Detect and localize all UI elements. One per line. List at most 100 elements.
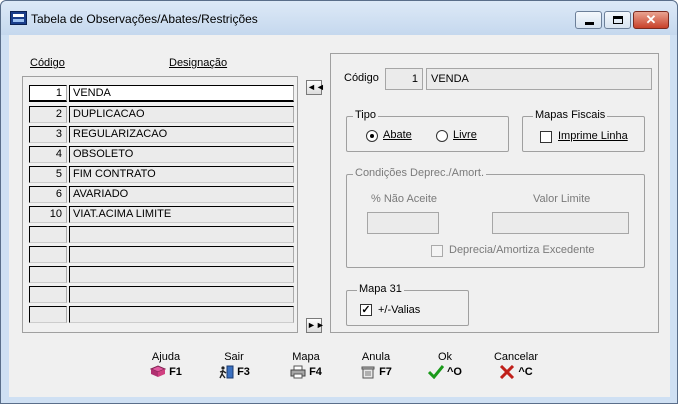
row-designation[interactable]: [69, 226, 294, 243]
designation-field[interactable]: VENDA: [426, 68, 652, 90]
row-code[interactable]: [29, 246, 67, 263]
ajuda-label: Ajuda: [151, 351, 181, 363]
anula-key: F7: [379, 365, 392, 378]
detail-panel: Código 1 VENDA Tipo Abate Livre Mapas Fi…: [330, 53, 659, 333]
list-row[interactable]: 10 VIAT.ACIMA LIMITE: [29, 206, 296, 223]
row-designation[interactable]: REGULARIZACAO: [69, 126, 294, 143]
row-designation[interactable]: [69, 246, 294, 263]
row-code[interactable]: 4: [29, 146, 67, 163]
list-row[interactable]: 3 REGULARIZACAO: [29, 126, 296, 143]
exit-door-icon: [219, 365, 234, 379]
close-button[interactable]: ✕: [633, 11, 669, 29]
minimize-button[interactable]: [575, 11, 602, 29]
row-code[interactable]: [29, 266, 67, 283]
row-designation[interactable]: [69, 266, 294, 283]
last-record-icon: ►►: [307, 320, 325, 330]
checkmark-icon: [428, 365, 444, 379]
condicoes-group: Condições Deprec./Amort. % Não Aceite Va…: [346, 167, 645, 268]
livre-radio[interactable]: [436, 130, 448, 142]
list-row[interactable]: [29, 246, 296, 263]
nao-aceite-label: % Não Aceite: [371, 193, 438, 205]
records-list: 1 VENDA 2 DUPLICACAO 3 REGULARIZACAO 4 O…: [22, 76, 298, 333]
help-book-icon: [150, 365, 167, 377]
deprecia-excedente-checkbox[interactable]: [431, 245, 443, 257]
row-code[interactable]: 1: [29, 85, 67, 102]
row-designation[interactable]: DUPLICACAO: [69, 106, 294, 123]
row-code[interactable]: 6: [29, 186, 67, 203]
list-row[interactable]: [29, 306, 296, 323]
app-window: Tabela de Observações/Abates/Restrições …: [0, 0, 678, 404]
code-field[interactable]: 1: [385, 68, 423, 90]
row-code[interactable]: 5: [29, 166, 67, 183]
tipo-group-title: Tipo: [353, 109, 378, 121]
row-code[interactable]: [29, 306, 67, 323]
printer-icon: [290, 365, 306, 379]
row-designation[interactable]: OBSOLETO: [69, 146, 294, 163]
mapas-fiscais-title: Mapas Fiscais: [533, 109, 608, 121]
minimize-icon: [585, 22, 594, 25]
mapa31-group: Mapa 31 ✓ +/-Valias: [346, 283, 469, 326]
maximize-button[interactable]: [604, 11, 631, 29]
app-icon: [10, 11, 27, 25]
window-title: Tabela de Observações/Abates/Restrições: [31, 12, 258, 26]
row-code[interactable]: [29, 286, 67, 303]
first-record-button[interactable]: ◄◄: [306, 80, 325, 95]
row-designation[interactable]: [69, 306, 294, 323]
list-row[interactable]: 4 OBSOLETO: [29, 146, 296, 163]
mapa31-title: Mapa 31: [357, 283, 404, 295]
first-record-icon: ◄◄: [307, 82, 325, 92]
sair-label: Sair: [224, 351, 244, 363]
row-code[interactable]: [29, 226, 67, 243]
imprime-linha-checkbox[interactable]: [540, 131, 552, 143]
anula-button[interactable]: Anula F7: [354, 351, 398, 379]
condicoes-title: Condições Deprec./Amort.: [353, 167, 486, 179]
list-row[interactable]: [29, 226, 296, 243]
last-record-button[interactable]: ►►: [306, 318, 325, 333]
list-row[interactable]: 5 FIM CONTRATO: [29, 166, 296, 183]
cancelar-button[interactable]: Cancelar ^C: [489, 351, 543, 379]
ok-button[interactable]: Ok ^O: [423, 351, 467, 379]
mapa-label: Mapa: [292, 351, 320, 363]
dialog-body: Código Designação 1 VENDA 2 DUPLICACAO 3…: [9, 35, 670, 397]
list-row[interactable]: 2 DUPLICACAO: [29, 106, 296, 123]
list-row[interactable]: [29, 286, 296, 303]
mapas-fiscais-group: Mapas Fiscais Imprime Linha: [522, 109, 645, 152]
abate-radio[interactable]: [366, 130, 378, 142]
nao-aceite-input[interactable]: [367, 212, 439, 234]
abate-label[interactable]: Abate: [383, 129, 412, 141]
ok-key: ^O: [447, 365, 462, 378]
code-label: Código: [344, 72, 379, 84]
list-row[interactable]: 1 VENDA: [29, 85, 296, 102]
row-code[interactable]: 10: [29, 206, 67, 223]
row-designation[interactable]: AVARIADO: [69, 186, 294, 203]
close-icon: ✕: [645, 12, 657, 27]
ajuda-button[interactable]: Ajuda F1: [144, 351, 188, 379]
list-row[interactable]: [29, 266, 296, 283]
valor-limite-input[interactable]: [492, 212, 629, 234]
sair-button[interactable]: Sair F3: [212, 351, 256, 379]
column-header-designation: Designação: [169, 57, 228, 69]
row-designation[interactable]: VENDA: [69, 85, 294, 102]
title-bar[interactable]: Tabela de Observações/Abates/Restrições …: [1, 1, 677, 35]
row-designation[interactable]: [69, 286, 294, 303]
valor-limite-label: Valor Limite: [533, 193, 591, 205]
row-designation[interactable]: FIM CONTRATO: [69, 166, 294, 183]
mapa-button[interactable]: Mapa F4: [284, 351, 328, 379]
cancelar-key: ^C: [518, 365, 533, 378]
cancel-x-icon: [500, 365, 515, 379]
row-code[interactable]: 3: [29, 126, 67, 143]
maximize-icon: [613, 16, 623, 24]
mapa-key: F4: [309, 365, 322, 378]
deprecia-excedente-label[interactable]: Deprecia/Amortiza Excedente: [449, 244, 595, 256]
tipo-group: Tipo Abate Livre: [346, 109, 509, 152]
mais-valias-checkbox[interactable]: ✓: [360, 304, 372, 316]
imprime-linha-label[interactable]: Imprime Linha: [558, 130, 628, 142]
ajuda-key: F1: [169, 365, 182, 378]
row-code[interactable]: 2: [29, 106, 67, 123]
list-row[interactable]: 6 AVARIADO: [29, 186, 296, 203]
delete-bin-icon: [361, 366, 375, 379]
mais-valias-label[interactable]: +/-Valias: [378, 304, 420, 316]
anula-label: Anula: [361, 351, 391, 363]
livre-label[interactable]: Livre: [453, 129, 477, 141]
row-designation[interactable]: VIAT.ACIMA LIMITE: [69, 206, 294, 223]
